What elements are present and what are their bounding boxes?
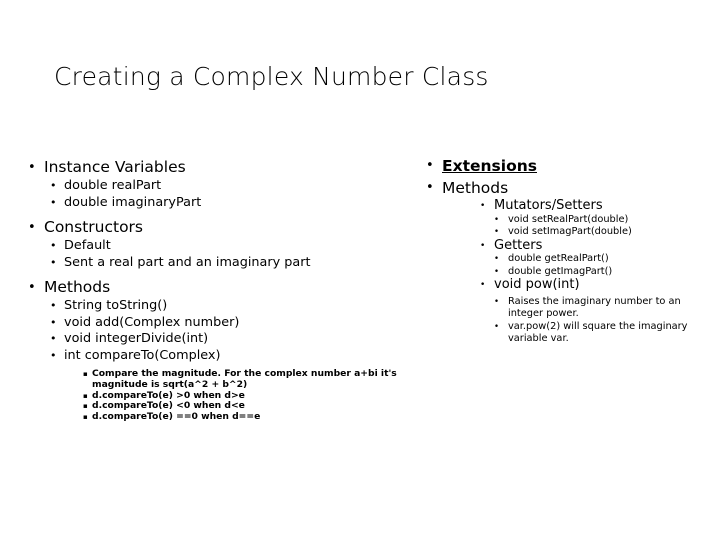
bullet-label: d.compareTo(e) ==0 when d==e: [92, 411, 261, 423]
bullet-square-icon: ▪: [83, 370, 88, 378]
bullet-round-icon: •: [50, 239, 57, 252]
bullet-round-icon: •: [50, 179, 57, 192]
bullet-double-realpart: • double realPart: [28, 178, 400, 195]
bullet-label: Methods: [44, 278, 111, 296]
bullet-round-icon: •: [28, 280, 36, 295]
slide-canvas: Creating a Complex Number Class • Instan…: [0, 0, 720, 540]
bullet-parameterized-constructor: • Sent a real part and an imaginary part: [28, 255, 400, 272]
bullet-getters: • Getters: [424, 237, 712, 254]
bullet-add: • void add(Complex number): [28, 315, 400, 332]
bullet-double-imaginarypart: • double imaginaryPart: [28, 195, 400, 212]
bullet-setrealpart: • void setRealPart(double): [424, 214, 712, 227]
bullet-label: double imaginaryPart: [64, 194, 202, 210]
bullet-round-icon: •: [50, 255, 57, 269]
bullet-getrealpart: • double getRealPart(): [424, 253, 712, 266]
bullet-integerdivide: • void integerDivide(int): [28, 331, 400, 348]
bullet-round-icon: •: [494, 214, 500, 225]
bullet-label: void pow(int): [494, 277, 580, 292]
bullet-label: Default: [64, 238, 111, 253]
bullet-label: void add(Complex number): [64, 314, 240, 330]
bullet-round-icon: •: [480, 240, 486, 251]
bullet-label: int compareTo(Complex): [64, 347, 221, 363]
bullet-extensions: • Extensions: [424, 155, 712, 177]
bullet-label: void setRealPart(double): [508, 213, 629, 225]
bullet-methods-right: • Methods: [424, 177, 712, 199]
bullet-round-icon: •: [494, 227, 500, 237]
bullet-pow-detail-example: • var.pow(2) will square the imaginary v…: [424, 321, 712, 346]
bullet-compareto-note-equal: ▪ d.compareTo(e) ==0 when d==e: [28, 411, 400, 423]
bullet-tostring: • String toString(): [28, 298, 400, 315]
bullet-round-icon: •: [28, 220, 36, 235]
bullet-label: Sent a real part and an imaginary part: [64, 254, 311, 270]
bullet-label: String toString(): [64, 298, 168, 313]
bullet-label: var.pow(2) will square the imaginary var…: [508, 320, 688, 345]
bullet-instance-variables: • Instance Variables: [28, 157, 400, 178]
bullet-round-icon: •: [494, 254, 500, 264]
bullet-methods: • Methods: [28, 277, 400, 298]
bullet-square-icon: ▪: [83, 402, 88, 411]
bullet-label: Mutators/Setters: [494, 198, 603, 213]
bullet-round-icon: •: [494, 321, 500, 332]
bullet-round-icon: •: [50, 332, 57, 345]
bullet-label: Methods: [442, 179, 509, 197]
bullet-mutators-setters: • Mutators/Setters: [424, 198, 712, 214]
bullet-round-icon: •: [50, 299, 57, 312]
bullet-round-icon: •: [50, 195, 57, 209]
bullet-round-icon: •: [426, 158, 434, 173]
bullet-void-pow: • void pow(int): [424, 277, 712, 293]
bullet-round-icon: •: [50, 348, 57, 362]
bullet-constructors: • Constructors: [28, 217, 400, 238]
bullet-pow-detail-raises: • Raises the imaginary number to an inte…: [424, 296, 712, 321]
bullet-label: void integerDivide(int): [64, 331, 209, 346]
bullet-square-icon: ▪: [83, 391, 88, 400]
bullet-round-icon: •: [480, 201, 486, 211]
bullet-round-icon: •: [28, 160, 36, 175]
right-content-column: • Extensions • Methods • Mutators/Setter…: [424, 155, 712, 346]
bullet-label: Extensions: [442, 157, 537, 175]
bullet-round-icon: •: [480, 280, 486, 290]
bullet-label: double getRealPart(): [508, 253, 609, 264]
bullet-label: double realPart: [64, 178, 162, 193]
bullet-label: void setImagPart(double): [508, 226, 632, 237]
bullet-label: Constructors: [44, 218, 144, 236]
bullet-label: Raises the imaginary number to an intege…: [508, 295, 681, 320]
bullet-setimagpart: • void setImagPart(double): [424, 226, 712, 239]
page-title: Creating a Complex Number Class: [54, 62, 489, 91]
bullet-default-constructor: • Default: [28, 238, 400, 255]
bullet-square-icon: ▪: [83, 413, 88, 422]
bullet-label: Instance Variables: [44, 158, 186, 176]
bullet-round-icon: •: [494, 296, 500, 307]
bullet-round-icon: •: [426, 180, 434, 195]
bullet-compareto: • int compareTo(Complex): [28, 348, 400, 365]
bullet-round-icon: •: [50, 315, 57, 329]
bullet-label: Getters: [494, 237, 543, 253]
left-content-column: • Instance Variables • double realPart •…: [28, 155, 400, 423]
bullet-compareto-note-magnitude: ▪ Compare the magnitude. For the complex…: [28, 368, 400, 391]
bullet-label: Compare the magnitude. For the complex n…: [92, 368, 397, 390]
